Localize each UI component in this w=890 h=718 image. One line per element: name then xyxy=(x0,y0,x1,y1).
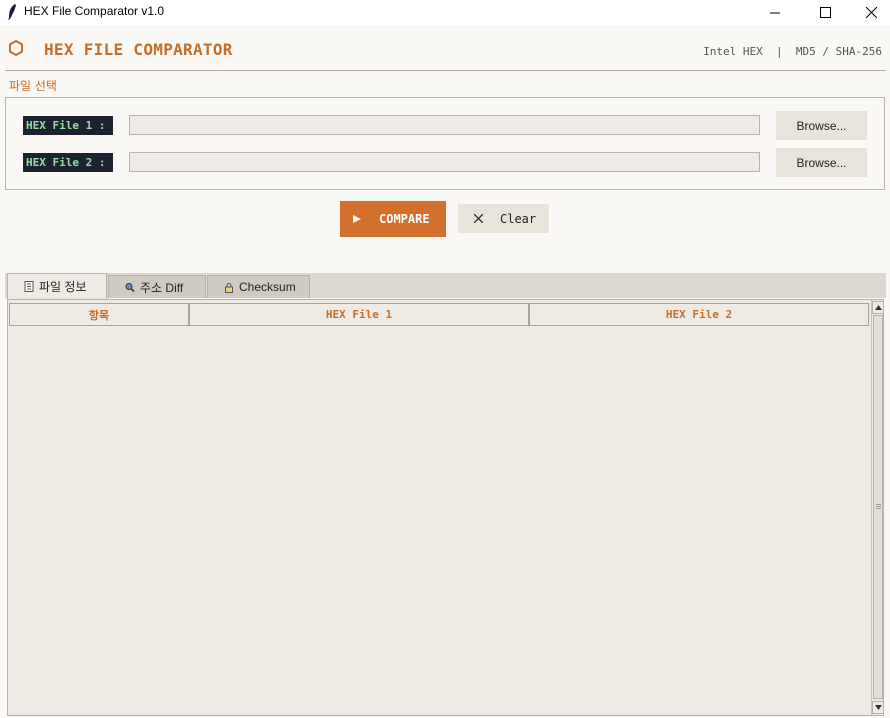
vertical-scrollbar[interactable] xyxy=(871,300,884,715)
feather-icon xyxy=(8,4,16,20)
window-title: HEX File Comparator v1.0 xyxy=(24,4,165,18)
hex-file-1-path-input[interactable] xyxy=(129,115,760,135)
grip-line xyxy=(876,508,881,509)
table-body[interactable] xyxy=(9,326,869,714)
close-icon xyxy=(865,7,877,18)
column-header-item[interactable]: 항목 xyxy=(9,303,189,326)
browse-file-2-button[interactable]: Browse... xyxy=(776,148,867,177)
column-header-hex-file-2[interactable]: HEX File 2 xyxy=(529,303,869,326)
tab-file-info[interactable]: 파일 정보 xyxy=(7,273,107,299)
minimize-icon xyxy=(770,12,780,13)
scroll-thumb[interactable] xyxy=(873,315,883,699)
scroll-down-button[interactable] xyxy=(872,701,884,714)
maximize-button[interactable] xyxy=(802,0,848,25)
tab-checksum-label: Checksum xyxy=(239,280,296,294)
header-divider xyxy=(5,70,886,71)
scroll-up-button[interactable] xyxy=(872,301,884,314)
tab-checksum[interactable]: Checksum xyxy=(207,275,310,298)
file-selection-frame xyxy=(5,97,885,190)
grip-line xyxy=(876,506,881,507)
format-info: Intel HEX | MD5 / SHA-256 xyxy=(703,45,882,58)
document-icon xyxy=(24,281,34,292)
clear-button[interactable]: Clear xyxy=(458,204,549,233)
browse-file-1-button[interactable]: Browse... xyxy=(776,111,867,140)
play-icon xyxy=(353,215,361,223)
hex-file-2-path-input[interactable] xyxy=(129,152,760,172)
file-section-label: 파일 선택 xyxy=(9,79,57,93)
hex-file-2-label: HEX File 2 : xyxy=(23,153,113,172)
hexagon-icon xyxy=(9,40,23,56)
arrow-down-icon xyxy=(874,705,882,710)
window-titlebar: HEX File Comparator v1.0 xyxy=(0,0,890,25)
tab-address-diff[interactable]: 주소 Diff xyxy=(108,275,206,298)
minimize-button[interactable] xyxy=(752,0,798,25)
app-heading: HEX FILE COMPARATOR xyxy=(44,40,233,59)
compare-button[interactable]: COMPARE xyxy=(340,201,446,237)
tab-address-diff-label: 주소 Diff xyxy=(140,280,184,295)
maximize-icon xyxy=(819,7,831,18)
arrow-up-icon xyxy=(874,305,882,310)
hex-file-1-label: HEX File 1 : xyxy=(23,116,113,135)
grip-line xyxy=(876,504,881,505)
x-icon xyxy=(474,214,483,223)
clear-button-label: Clear xyxy=(500,211,537,226)
magnifier-icon xyxy=(125,282,135,292)
lock-icon xyxy=(225,282,233,293)
column-header-hex-file-1[interactable]: HEX File 1 xyxy=(189,303,529,326)
tab-file-info-label: 파일 정보 xyxy=(39,280,87,294)
close-button[interactable] xyxy=(848,0,890,25)
compare-button-label: COMPARE xyxy=(379,212,430,226)
